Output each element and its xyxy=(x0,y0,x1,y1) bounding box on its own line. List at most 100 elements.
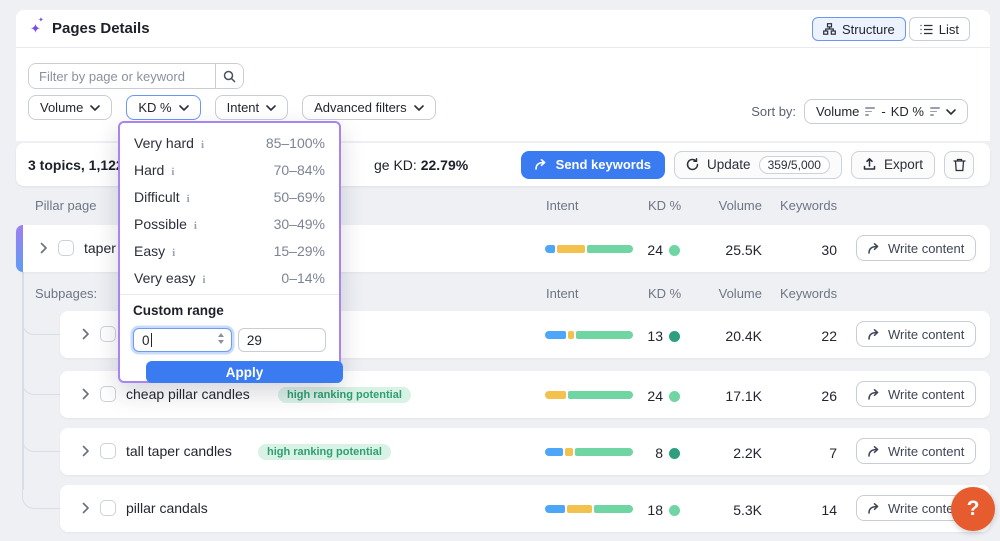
row-checkbox[interactable] xyxy=(100,386,116,402)
kd-filter-dropdown: Very hard i 85–100% Hard i 70–84% Difficul… xyxy=(118,121,343,383)
kd-dot xyxy=(669,244,680,256)
kd-option-easy[interactable]: Easy i 15–29% xyxy=(120,237,339,264)
write-content-button[interactable]: Write content xyxy=(856,321,977,347)
chevron-down-icon xyxy=(413,104,424,111)
subpages-label: Subpages: xyxy=(35,286,98,301)
export-button[interactable]: Export xyxy=(850,150,935,179)
text-cursor xyxy=(150,333,152,347)
info-icon[interactable]: i xyxy=(187,193,190,205)
chevron-down-icon xyxy=(266,104,276,111)
custom-range-label: Custom range xyxy=(133,303,224,318)
kd-min-input[interactable]: 0 xyxy=(133,328,232,352)
chevron-down-icon xyxy=(90,104,101,111)
info-icon[interactable]: i xyxy=(201,139,204,151)
volume-cell: 17.1K xyxy=(725,388,762,404)
write-content-button[interactable]: Write content xyxy=(856,438,977,464)
list-view-button[interactable]: List xyxy=(908,17,970,41)
tree-branch xyxy=(22,487,60,509)
subpage-name: cheap pillar candles xyxy=(126,386,250,402)
kd-max-input[interactable]: 29 xyxy=(237,328,326,352)
info-icon[interactable]: i xyxy=(194,220,197,232)
volume-header: Volume xyxy=(718,198,762,213)
volume-cell: 25.5K xyxy=(725,242,762,258)
search-icon xyxy=(223,70,236,83)
tree-branch xyxy=(22,313,60,335)
keywords-header: Keywords xyxy=(780,198,838,213)
help-button[interactable]: ? xyxy=(951,487,995,531)
expand-chevron-icon[interactable] xyxy=(80,388,92,400)
expand-chevron-icon[interactable] xyxy=(38,242,50,254)
trash-icon xyxy=(952,158,966,171)
search-control xyxy=(28,63,244,89)
sort-by-select[interactable]: Volume - KD % xyxy=(804,99,968,124)
expand-chevron-icon[interactable] xyxy=(80,445,92,457)
refresh-icon xyxy=(686,158,699,171)
export-icon xyxy=(863,158,876,170)
intent-filter-pill[interactable]: Intent xyxy=(214,95,289,120)
sort-desc-icon xyxy=(930,107,940,116)
subpage-name: tall taper candles xyxy=(126,443,232,459)
kd-dot xyxy=(669,390,680,402)
topics-summary: 3 topics, 1,122 xyxy=(28,156,124,173)
kd-option-difficult[interactable]: Difficult i 50–69% xyxy=(120,183,339,210)
average-kd: ge KD: 22.79% xyxy=(374,156,469,173)
subpage-row[interactable]: tall taper candles high ranking potentia… xyxy=(60,428,990,475)
apply-button[interactable]: Apply xyxy=(146,361,343,383)
row-checkbox[interactable] xyxy=(58,240,74,256)
search-input[interactable] xyxy=(29,64,215,88)
kd-cell: 18 xyxy=(600,502,680,518)
expand-chevron-icon[interactable] xyxy=(80,502,92,514)
stepper-down-icon[interactable] xyxy=(217,340,224,344)
keywords-cell: 26 xyxy=(821,388,837,404)
high-ranking-badge: high ranking potential xyxy=(258,444,391,460)
kd-cell: 24 xyxy=(600,242,680,258)
info-icon[interactable]: i xyxy=(202,274,205,286)
kd-dot xyxy=(669,447,680,459)
kd-header: KD % xyxy=(648,198,682,213)
high-ranking-badge: high ranking potential xyxy=(278,387,411,403)
delete-button[interactable] xyxy=(944,150,974,179)
kd-cell: 24 xyxy=(600,388,680,404)
subpage-row[interactable]: pillar candals 18 5.3K 14 Write content xyxy=(60,485,990,532)
write-arrow-icon xyxy=(868,242,879,254)
structure-view-button[interactable]: Structure xyxy=(812,17,906,41)
custom-range-section: Custom range 0 29 Apply xyxy=(120,295,343,383)
write-arrow-icon xyxy=(868,388,879,400)
keywords-cell: 7 xyxy=(829,445,837,461)
kd-option-very-easy[interactable]: Very easy i 0–14% xyxy=(120,264,339,291)
volume-cell: 5.3K xyxy=(733,502,762,518)
number-stepper[interactable] xyxy=(217,333,224,344)
advanced-filters-pill[interactable]: Advanced filters xyxy=(302,95,436,120)
row-checkbox[interactable] xyxy=(100,326,116,342)
stepper-up-icon[interactable] xyxy=(217,333,224,337)
kd-option-very-hard[interactable]: Very hard i 85–100% xyxy=(120,129,339,156)
kd-option-possible[interactable]: Possible i 30–49% xyxy=(120,210,339,237)
expand-chevron-icon[interactable] xyxy=(80,328,92,340)
ai-sparkle-icon: ✦ ✦ xyxy=(30,16,44,36)
intent-header: Intent xyxy=(546,198,579,213)
sort-desc-icon xyxy=(865,107,876,116)
send-keywords-button[interactable]: Send keywords xyxy=(520,150,666,179)
info-icon[interactable]: i xyxy=(171,166,174,178)
info-icon[interactable]: i xyxy=(172,247,175,259)
tree-branch xyxy=(22,373,60,395)
kd-cell: 8 xyxy=(600,445,680,461)
kd-dot xyxy=(669,330,680,342)
volume-cell: 20.4K xyxy=(725,328,762,344)
sort-by-label: Sort by: xyxy=(751,104,797,119)
search-button[interactable] xyxy=(215,64,243,88)
sort-by: Sort by: Volume - KD % xyxy=(751,99,968,124)
kd-header: KD % xyxy=(648,286,682,301)
kd-option-hard[interactable]: Hard i 70–84% xyxy=(120,156,339,183)
write-content-button[interactable]: Write content xyxy=(856,381,977,407)
subpage-name: pillar candals xyxy=(126,500,208,516)
write-content-button[interactable]: Write content xyxy=(856,235,977,261)
row-checkbox[interactable] xyxy=(100,443,116,459)
kd-filter-pill[interactable]: KD % xyxy=(126,95,201,120)
volume-filter-pill[interactable]: Volume xyxy=(28,95,113,120)
volume-cell: 2.2K xyxy=(733,445,762,461)
kd-cell: 13 xyxy=(600,328,680,344)
row-checkbox[interactable] xyxy=(100,500,116,516)
write-arrow-icon xyxy=(868,445,879,457)
update-button[interactable]: Update 359/5,000 xyxy=(674,150,842,179)
